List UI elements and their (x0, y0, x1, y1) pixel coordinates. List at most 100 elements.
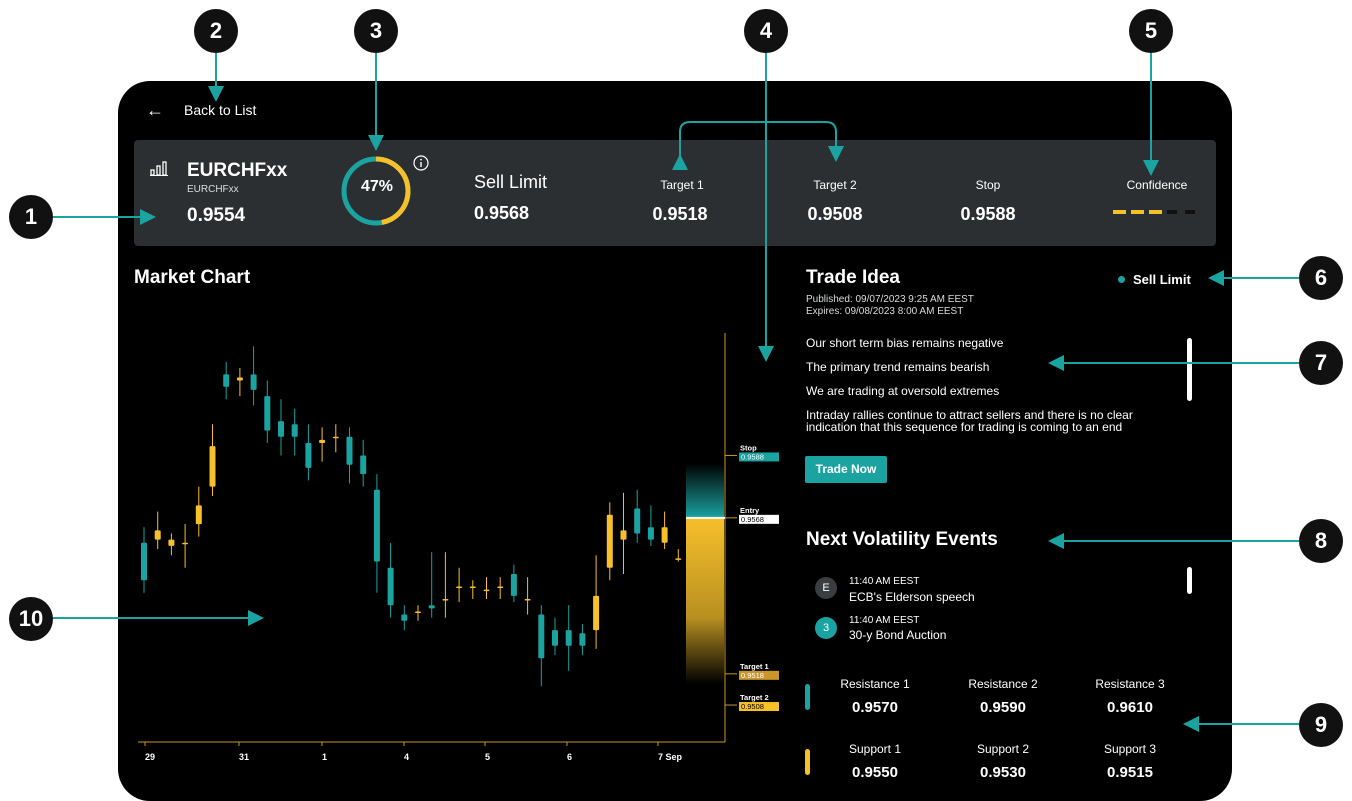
info-icon[interactable] (413, 155, 429, 171)
candle-body (620, 530, 627, 540)
confidence-segment (1185, 210, 1195, 214)
resistance-1-label: Resistance 1 (840, 677, 910, 691)
target-1-label: Target 1 (660, 178, 704, 192)
candle-body (209, 446, 216, 487)
confidence-segment (1131, 210, 1144, 214)
arrow-left-icon: ← (146, 99, 164, 120)
candle-body (469, 586, 476, 588)
candle-body (278, 421, 284, 437)
status-dot-icon (1118, 276, 1125, 283)
candle-body (456, 586, 463, 588)
x-tick-label: 6 (567, 752, 572, 762)
idea-bullet-3: We are trading at oversold extremes (806, 384, 1000, 398)
marker-name: Target 1 (740, 662, 769, 671)
stop-zone-band (686, 463, 724, 518)
candle-body (346, 436, 353, 465)
gauge-percent: 47% (360, 178, 394, 195)
back-to-list-link[interactable]: ← Back to List (146, 98, 256, 122)
trade-now-button[interactable]: Trade Now (805, 456, 887, 483)
confidence-label: Confidence (1126, 178, 1188, 192)
support-2-value: 0.9530 (980, 764, 1026, 781)
resistance-2-value: 0.9590 (980, 699, 1026, 716)
callout-badge-8: 8 (1299, 519, 1343, 563)
candle-body (291, 424, 298, 437)
candle-body (387, 567, 394, 606)
candle-body (524, 598, 531, 601)
stop-value: 0.9588 (960, 204, 1016, 224)
candle-body (182, 542, 189, 545)
confidence-segment (1149, 210, 1162, 214)
candle-body (305, 442, 312, 468)
x-tick-label: 31 (239, 752, 249, 762)
candle-body (373, 489, 380, 562)
resistance-2-label: Resistance 2 (968, 677, 1038, 691)
candle-body (483, 589, 490, 592)
event-1-time: 11:40 AM EEST (849, 576, 920, 587)
callout-badge-1: 1 (9, 195, 53, 239)
trade-status-label: Sell Limit (1133, 272, 1191, 287)
support-marker (805, 749, 810, 775)
confidence-segment (1113, 210, 1126, 214)
candle-body (360, 455, 367, 475)
candle-body (675, 558, 682, 560)
x-tick-label: 4 (404, 752, 409, 762)
resistance-marker (805, 684, 810, 710)
callout-badge-7: 7 (1299, 341, 1343, 385)
candle-body (332, 436, 339, 439)
candle-body (606, 514, 613, 568)
target-1-value: 0.9518 (652, 204, 708, 224)
candle-body (415, 611, 421, 613)
candle-body (442, 598, 449, 601)
order-price: 0.9568 (474, 203, 530, 223)
market-chart: Stop0.9588 Entry0.9568 Target 10.9518 Targe… (138, 333, 779, 762)
instrument-symbol: EURCHFxx (187, 160, 288, 181)
market-chart-title: Market Chart (134, 267, 251, 288)
event-badge-3: 3 (815, 617, 837, 639)
callout-badge-3: 3 (354, 9, 398, 53)
candle-body (195, 505, 202, 525)
candle-body (428, 605, 435, 609)
callout-badge-6: 6 (1299, 256, 1343, 300)
candle-body (497, 586, 504, 588)
target-zone-band (686, 517, 724, 684)
stop-label: Stop (975, 178, 1001, 192)
order-type-label: Sell Limit (474, 172, 548, 192)
instrument-price: 0.9554 (187, 205, 246, 226)
resistance-3-value: 0.9610 (1107, 699, 1153, 716)
instrument-subtitle: EURCHFxx (187, 184, 239, 195)
event-badge-e: E (815, 577, 837, 599)
marker-value: 0.9588 (741, 452, 764, 461)
event-2-title: 30-y Bond Auction (849, 628, 947, 642)
callout-badge-2: 2 (194, 9, 238, 53)
support-2-label: Support 2 (976, 742, 1030, 756)
marker-value: 0.9568 (741, 515, 764, 524)
trade-idea-scrollbar[interactable] (1187, 338, 1192, 401)
candle-body (661, 527, 668, 543)
candle-body (647, 527, 654, 540)
candle-body (552, 630, 558, 646)
resistance-3-label: Resistance 3 (1095, 677, 1165, 691)
candle-body (565, 630, 572, 646)
candle-body (264, 396, 271, 431)
marker-name: Target 2 (740, 693, 769, 702)
candle-body (634, 508, 641, 534)
candle-body (579, 633, 586, 646)
event-2-time: 11:40 AM EEST (849, 615, 920, 626)
support-1-label: Support 1 (848, 742, 902, 756)
idea-bullet-2: The primary trend remains bearish (806, 360, 990, 374)
expires-date: Expires: 09/08/2023 8:00 AM EEST (806, 306, 964, 317)
events-scrollbar[interactable] (1187, 567, 1192, 594)
candle-body (319, 439, 326, 443)
x-tick-label: 29 (145, 752, 155, 762)
back-to-list-label: Back to List (184, 102, 257, 118)
x-tick-label: 5 (485, 752, 490, 762)
candle-body (168, 539, 175, 546)
candle-body (223, 374, 230, 387)
marker-value: 0.9508 (741, 702, 764, 711)
trade-idea-title: Trade Idea (806, 267, 900, 288)
candle-body (250, 374, 257, 390)
marker-name: Stop (740, 443, 757, 452)
instrument-summary-bar (134, 140, 1216, 246)
published-date: Published: 09/07/2023 9:25 AM EEST (806, 294, 974, 305)
candle-body (154, 530, 161, 540)
